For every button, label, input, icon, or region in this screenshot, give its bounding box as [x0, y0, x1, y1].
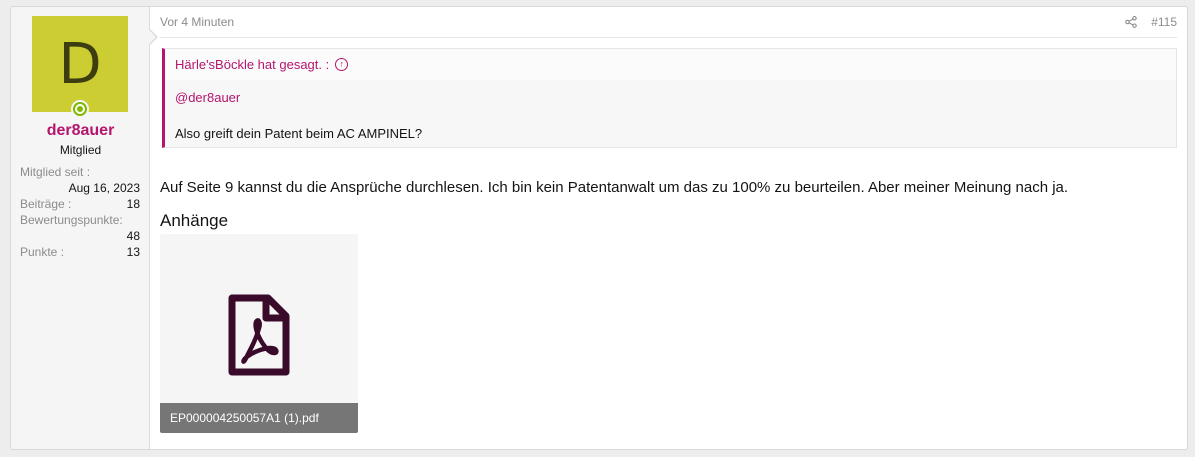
username-link[interactable]: der8auer: [11, 122, 150, 140]
quote-block: Härle'sBöckle hat gesagt. : ↑ @der8auer …: [162, 48, 1177, 148]
stat-reactions-label-row: Bewertungspunkte:: [20, 212, 140, 228]
attachment-card[interactable]: EP000004250057A1 (1).pdf: [160, 234, 358, 433]
user-sidebar: D der8auer Mitglied Mitglied seit : Aug …: [11, 7, 150, 449]
attachments-heading: Anhänge: [160, 211, 229, 230]
forum-post: D der8auer Mitglied Mitglied seit : Aug …: [10, 6, 1188, 450]
post-time-link[interactable]: Vor 4 Minuten: [160, 15, 234, 29]
stat-joined-value: Aug 16, 2023: [68, 181, 140, 195]
pdf-file-icon: [228, 294, 290, 376]
online-status-icon: [71, 100, 89, 118]
stat-posts-label: Beiträge :: [20, 197, 72, 211]
avatar[interactable]: D: [32, 16, 128, 112]
stat-points-label: Punkte :: [20, 245, 65, 259]
stat-points: Punkte : 13: [20, 244, 140, 260]
user-title: Mitglied: [59, 143, 102, 157]
stat-points-value[interactable]: 13: [127, 244, 140, 260]
quote-header[interactable]: Härle'sBöckle hat gesagt. : ↑: [165, 49, 1176, 80]
quote-author[interactable]: Härle'sBöckle hat gesagt. :: [175, 57, 329, 72]
post-main: Vor 4 Minuten #115 Härle'sBöckle hat ges…: [160, 7, 1177, 449]
share-icon[interactable]: [1125, 16, 1137, 28]
mention-link[interactable]: @der8auer: [175, 90, 1176, 110]
user-stats: Mitglied seit : Aug 16, 2023 Beiträge : …: [20, 164, 140, 260]
arrow-up-circle-icon[interactable]: ↑: [335, 58, 349, 71]
stat-reactions-value: 48: [126, 229, 140, 243]
speech-arrow: [149, 29, 158, 45]
message-text: Auf Seite 9 kannst du die Ansprüche durc…: [160, 179, 1069, 196]
stat-joined-label: Mitglied seit :: [20, 165, 91, 179]
attachment-filename[interactable]: EP000004250057A1 (1).pdf: [160, 403, 358, 433]
quote-content: @der8auer Also greift dein Patent beim A…: [165, 80, 1176, 141]
stat-reactions-label: Bewertungspunkte:: [20, 213, 123, 227]
avatar-letter: D: [58, 31, 102, 97]
stat-posts-value[interactable]: 18: [127, 196, 140, 212]
stat-posts: Beiträge : 18: [20, 196, 140, 212]
quote-text: Also greift dein Patent beim AC AMPINEL?: [175, 126, 423, 141]
post-header: Vor 4 Minuten #115: [160, 7, 1177, 38]
post-number-link[interactable]: #115: [1151, 15, 1177, 29]
